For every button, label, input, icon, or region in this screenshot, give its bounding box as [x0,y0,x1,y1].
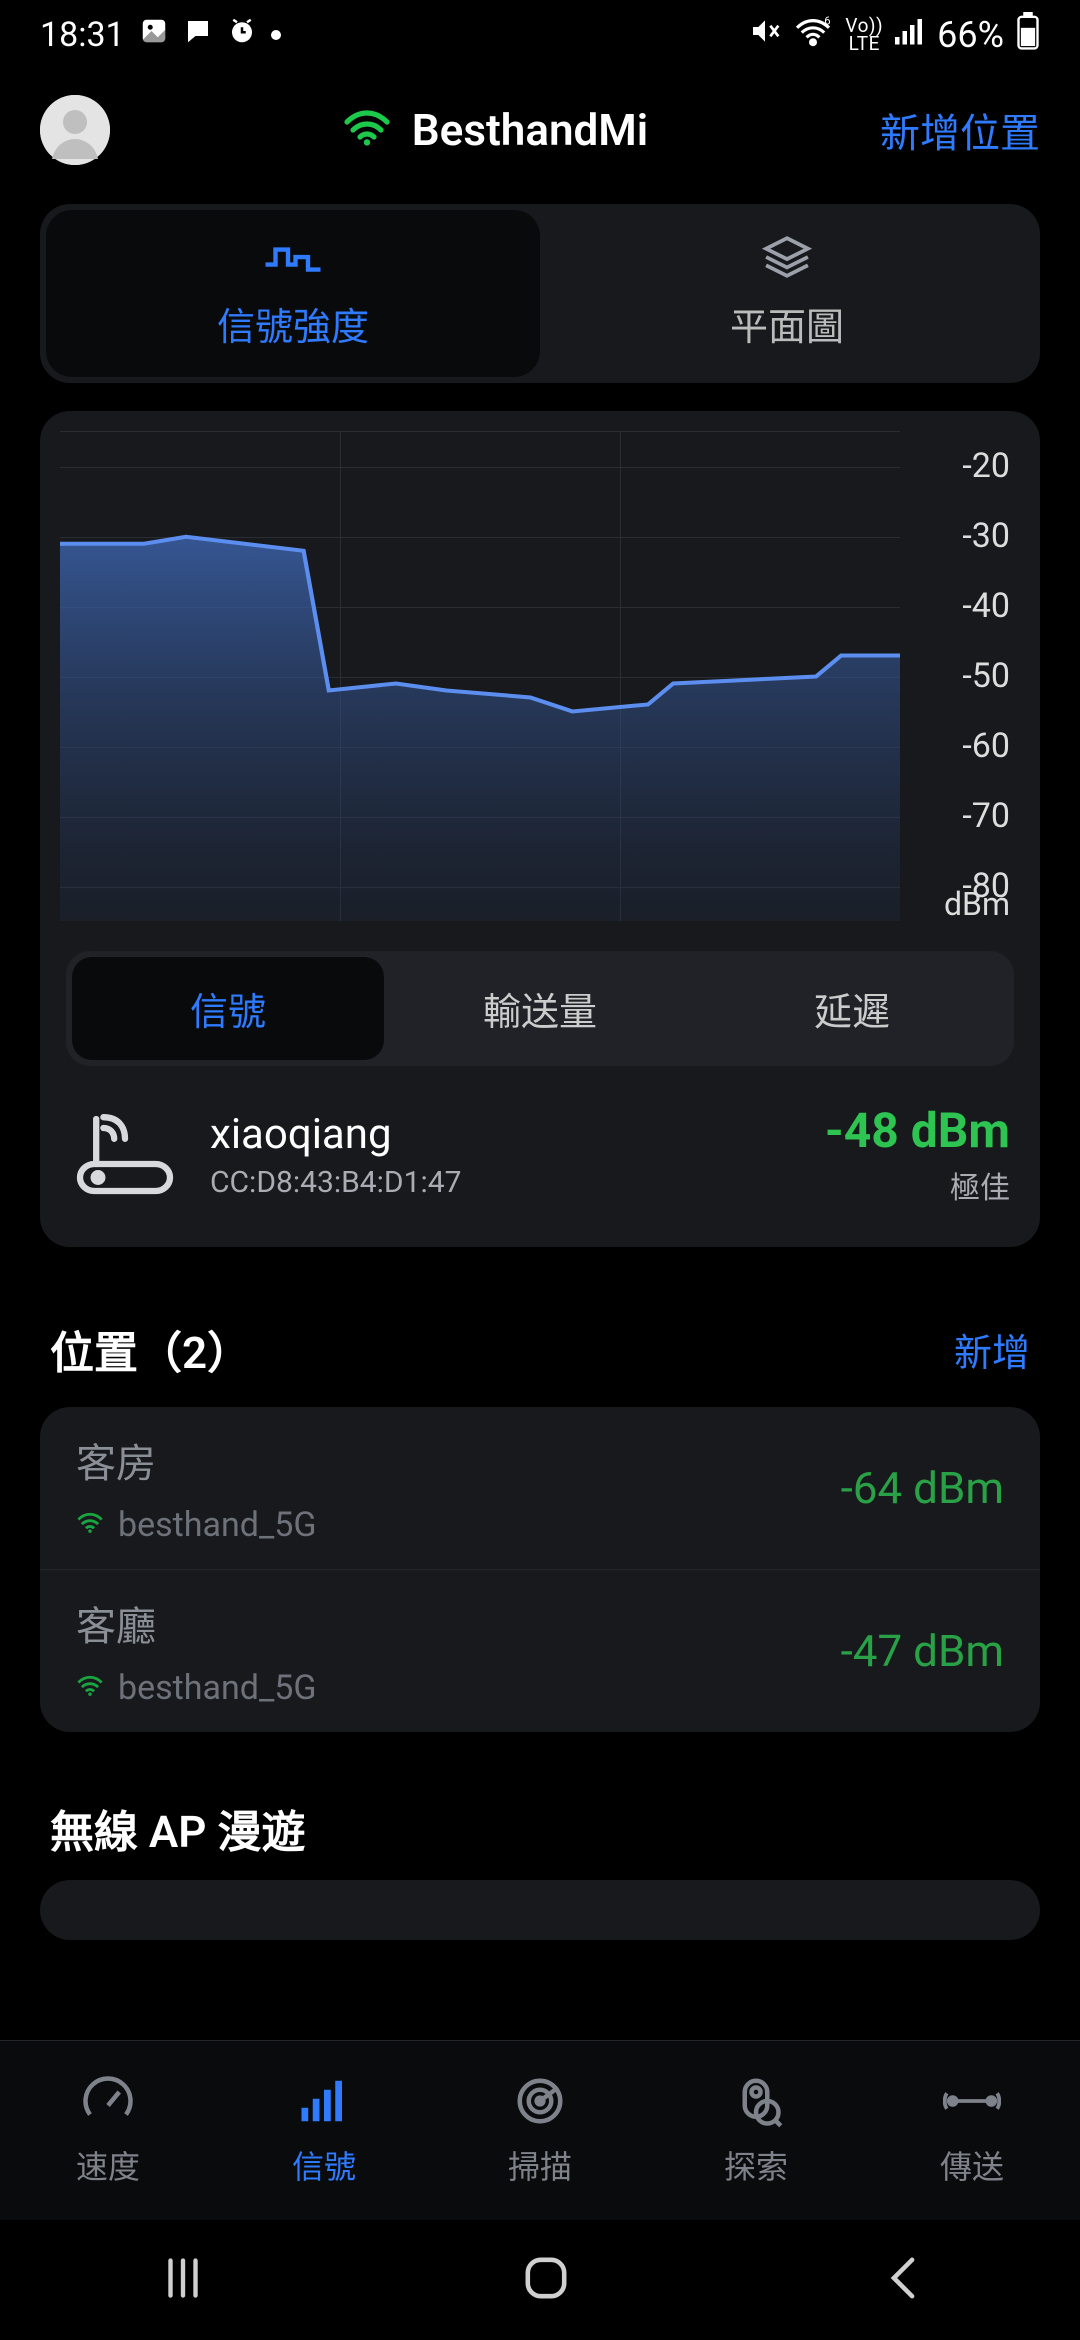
nav-send[interactable]: 傳送 [864,2041,1080,2220]
battery-icon [1016,12,1040,58]
add-location-button[interactable]: 新增位置 [880,101,1040,159]
signal-chart-card: dBm -20-30-40-50-60-70-80 信號 輸送量 延遲 xiao… [40,411,1040,1247]
nav-speed[interactable]: 速度 [0,2041,216,2220]
tab-signal-strength[interactable]: 信號強度 [46,210,540,377]
back-button[interactable] [879,2252,927,2308]
signal-bars-icon [297,2074,351,2128]
cell-signal-icon [895,17,925,53]
signal-wave-icon [263,236,323,278]
locations-list: 客房 besthand_5G -64 dBm 客廳 besthand_5G [40,1407,1040,1732]
bottom-nav: 速度 信號 掃描 探索 傳送 [0,2040,1080,2220]
layers-icon [761,236,813,278]
header-title-group[interactable]: BesthandMi [342,104,648,156]
router-icon [70,1110,180,1200]
network-name: BesthandMi [412,104,648,156]
location-item[interactable]: 客房 besthand_5G -64 dBm [40,1407,1040,1570]
location-ssid: besthand_5G [118,1668,317,1708]
tab-label: 信號強度 [217,296,369,351]
chart-tick: -60 [962,726,1010,766]
wifi-small-icon [76,1512,104,1538]
radar-icon [513,2074,567,2128]
svg-text:6: 6 [825,15,831,28]
nav-explore[interactable]: 探索 [648,2041,864,2220]
router-name: xiaoqiang [210,1110,795,1159]
app-header: BesthandMi 新增位置 [0,70,1080,190]
wifi6-icon: 6 [793,15,833,55]
router-signal-value: -48 dBm [825,1102,1010,1159]
more-notifications-dot [271,30,281,40]
locations-title: 位置（2） [50,1317,251,1381]
main-content: 信號強度 平面圖 dBm -20-30-40-50-60-70-80 信號 輸送… [0,190,1080,1940]
chart-y-axis: dBm -20-30-40-50-60-70-80 [900,431,1020,921]
explore-icon [729,2074,783,2128]
chart-tick: -20 [962,446,1010,486]
chat-icon [183,15,213,55]
nav-scan[interactable]: 掃描 [432,2041,648,2220]
nav-signal[interactable]: 信號 [216,2041,432,2220]
location-signal: -47 dBm [841,1625,1004,1677]
transfer-icon [943,2074,1001,2128]
router-mac: CC:D8:43:B4:D1:47 [210,1165,795,1200]
status-time: 18:31 [40,15,125,55]
tab-floorplan[interactable]: 平面圖 [540,210,1034,377]
location-signal: -64 dBm [841,1462,1004,1514]
battery-percent: 66% [937,14,1004,56]
view-mode-tabs: 信號強度 平面圖 [40,204,1040,383]
location-ssid: besthand_5G [118,1505,317,1545]
location-name: 客廳 [76,1594,841,1652]
volte-icon: Vo))LTE [845,17,883,53]
chart-tick: -40 [962,586,1010,626]
metric-tab-throughput[interactable]: 輸送量 [384,957,696,1060]
mute-icon [749,15,781,55]
android-nav-bar [0,2220,1080,2340]
router-signal-quality: 極佳 [825,1163,1010,1207]
chart-tick: -30 [962,516,1010,556]
location-item[interactable]: 客廳 besthand_5G -47 dBm [40,1570,1040,1732]
roaming-title: 無線 AP 漫遊 [40,1772,1040,1880]
gallery-icon [139,15,169,55]
chart-tick: -80 [962,866,1010,906]
metric-tab-latency[interactable]: 延遲 [696,957,1008,1060]
gauge-icon [81,2074,135,2128]
alarm-icon [227,15,257,55]
connected-router-row[interactable]: xiaoqiang CC:D8:43:B4:D1:47 -48 dBm 極佳 [60,1076,1020,1217]
android-status-bar: 18:31 6 Vo))LTE 66% [0,0,1080,70]
locations-header: 位置（2） 新增 [40,1287,1040,1407]
chart-tick: -70 [962,796,1010,836]
status-right: 6 Vo))LTE 66% [749,12,1040,58]
wifi-small-icon [76,1675,104,1701]
metric-tab-signal[interactable]: 信號 [72,957,384,1060]
home-button[interactable] [520,2252,572,2308]
signal-chart: dBm -20-30-40-50-60-70-80 [60,431,1020,921]
tab-label: 平面圖 [730,296,844,351]
location-name: 客房 [76,1431,841,1489]
roaming-card[interactable] [40,1880,1040,1940]
locations-add-button[interactable]: 新增 [954,1322,1030,1377]
avatar[interactable] [40,95,110,165]
metric-tabs: 信號 輸送量 延遲 [66,951,1014,1066]
chart-tick: -50 [962,656,1010,696]
recents-button[interactable] [153,2253,213,2307]
wifi-icon [342,110,392,150]
status-left: 18:31 [40,15,281,55]
